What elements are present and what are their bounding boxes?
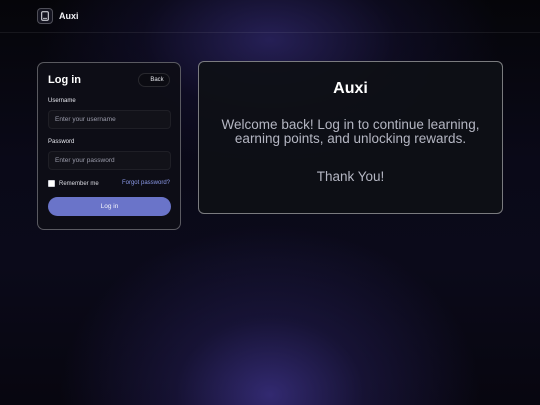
password-input[interactable] xyxy=(48,151,171,170)
welcome-panel: Auxi Welcome back! Log in to continue le… xyxy=(198,61,503,214)
username-input[interactable] xyxy=(48,110,171,129)
login-title: Log in xyxy=(48,74,81,86)
welcome-message: Welcome back! Log in to continue learnin… xyxy=(221,117,480,146)
remember-me-label: Remember me xyxy=(59,180,99,187)
book-icon xyxy=(37,8,53,24)
remember-me[interactable]: Remember me xyxy=(48,180,99,187)
brand-logo[interactable]: Auxi xyxy=(37,8,79,24)
thank-you-text: Thank You! xyxy=(316,169,385,184)
login-submit-button[interactable]: Log in xyxy=(48,197,171,216)
top-nav-bar: Auxi xyxy=(0,0,540,33)
back-button[interactable]: Back xyxy=(138,73,170,87)
username-label: Username xyxy=(48,98,76,104)
remember-me-checkbox[interactable] xyxy=(48,180,55,187)
login-card: Log in Back Username Password Remember m… xyxy=(37,62,181,230)
welcome-brand: Auxi xyxy=(333,80,368,97)
password-label: Password xyxy=(48,139,75,145)
brand-name: Auxi xyxy=(59,11,79,21)
forgot-password-link[interactable]: Forgot password? xyxy=(122,180,170,186)
